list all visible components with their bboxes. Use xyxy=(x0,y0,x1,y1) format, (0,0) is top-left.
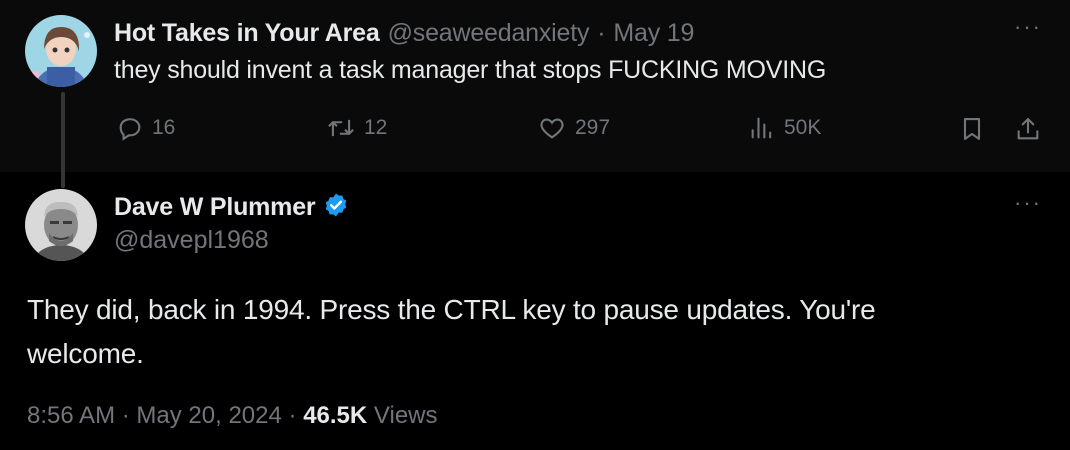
author-name[interactable]: Hot Takes in Your Area xyxy=(114,19,380,48)
reply-tweet-header: Dave W Plummer xyxy=(114,190,349,224)
retweet-count: 12 xyxy=(364,116,388,139)
tweet-time[interactable]: 8:56 AM xyxy=(27,402,115,429)
author-name[interactable]: Dave W Plummer xyxy=(114,193,316,222)
avatar[interactable] xyxy=(25,15,97,87)
analytics-icon xyxy=(748,114,776,142)
more-options-icon[interactable]: ··· xyxy=(1014,14,1042,40)
reply-count: 16 xyxy=(152,116,176,139)
avatar[interactable] xyxy=(25,189,97,261)
parent-tweet-header: Hot Takes in Your Area @seaweedanxiety ·… xyxy=(114,16,694,50)
tweet-metadata: 8:56 AM · May 20, 2024 · 46.5K Views xyxy=(27,402,438,430)
bookmark-icon xyxy=(958,114,986,144)
author-handle[interactable]: @davepl1968 xyxy=(114,226,269,255)
retweet-button[interactable]: 12 xyxy=(326,114,387,142)
share-icon xyxy=(1014,114,1042,144)
views-label: Views xyxy=(373,402,438,429)
author-handle[interactable]: @seaweedanxiety xyxy=(388,19,590,48)
reply-icon xyxy=(116,114,144,142)
bookmark-button[interactable] xyxy=(958,114,986,144)
tweet-text: they should invent a task manager that s… xyxy=(114,56,827,84)
reply-button[interactable]: 16 xyxy=(116,114,175,142)
like-button[interactable]: 297 xyxy=(537,114,610,142)
tweet-date[interactable]: May 20, 2024 xyxy=(136,402,281,429)
tweet-text: They did, back in 1994. Press the CTRL k… xyxy=(27,288,1037,376)
tweet-date[interactable]: May 19 xyxy=(613,19,694,48)
views-count: 50K xyxy=(784,116,822,139)
more-options-icon[interactable]: ··· xyxy=(1014,190,1042,216)
tweet-text-line: welcome. xyxy=(27,338,144,369)
parent-tweet[interactable]: Hot Takes in Your Area @seaweedanxiety ·… xyxy=(0,0,1070,172)
verified-badge-icon[interactable] xyxy=(323,192,349,223)
heart-icon xyxy=(537,114,567,142)
tweet-text-line: They did, back in 1994. Press the CTRL k… xyxy=(27,294,876,325)
meta-separator: · xyxy=(121,402,130,429)
meta-separator: · xyxy=(597,18,606,47)
views-button[interactable]: 50K xyxy=(748,114,821,142)
like-count: 297 xyxy=(575,116,611,139)
tweet-actions: 16 12 297 50K xyxy=(0,114,1070,148)
meta-separator: · xyxy=(288,402,297,429)
thread-connector-line xyxy=(61,92,65,188)
views-count[interactable]: 46.5K xyxy=(303,402,367,429)
share-button[interactable] xyxy=(1014,114,1042,144)
retweet-icon xyxy=(326,114,356,142)
